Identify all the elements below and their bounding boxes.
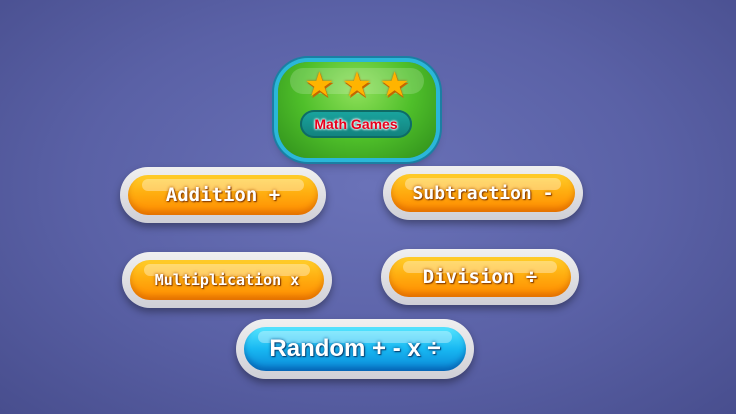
addition-button[interactable]: Addition + [120,167,326,223]
subtraction-label: Subtraction - [412,182,554,204]
division-button[interactable]: Division ÷ [381,249,579,305]
addition-label: Addition + [165,184,281,206]
star-icon: ★ [304,65,335,105]
division-label: Division ÷ [422,266,538,288]
multiplication-button[interactable]: Multiplication x [122,252,332,308]
random-button[interactable]: Random + - x ÷ [236,319,474,379]
star-icon: ★ [379,65,410,105]
random-label: Random + - x ÷ [269,335,441,362]
star-icon: ★ [341,65,373,105]
math-games-logo: ★ ★ ★ Math Games [278,62,436,158]
multiplication-label: Multiplication x [154,271,300,289]
game-title: Math Games [300,110,412,138]
stars-rating: ★ ★ ★ [278,68,436,102]
subtraction-button[interactable]: Subtraction - [383,166,583,220]
